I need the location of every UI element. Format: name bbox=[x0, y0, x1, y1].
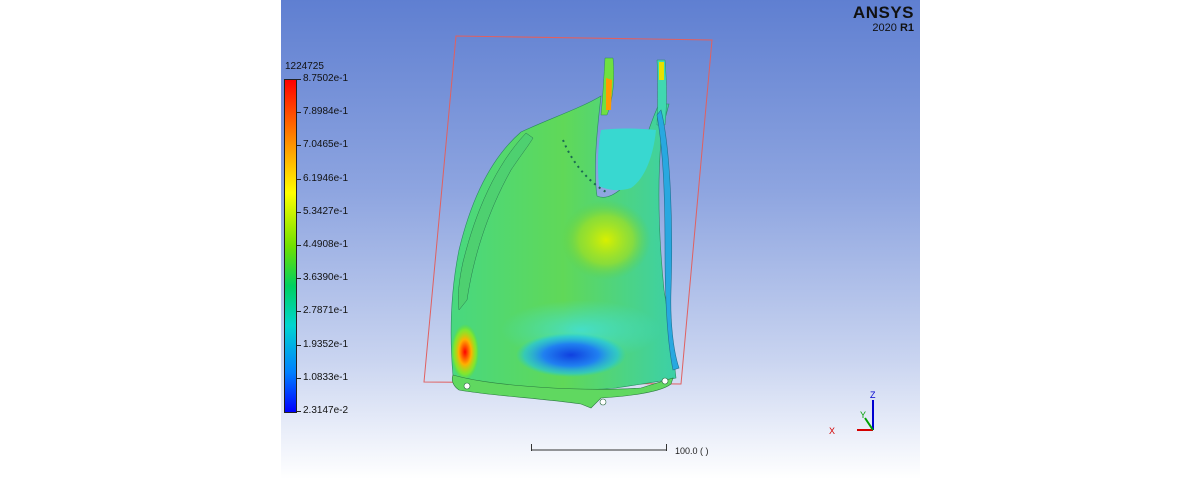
x-axis-label: X bbox=[829, 426, 835, 436]
bolt-hole-1 bbox=[463, 382, 471, 390]
graphics-viewport[interactable]: ANSYS 2020 R1 1224725 8.7502e-1 7.8984e-1… bbox=[281, 0, 920, 479]
scale-bar bbox=[531, 444, 667, 451]
contour-model[interactable] bbox=[281, 0, 920, 479]
y-axis-line bbox=[864, 417, 874, 431]
left-tab-hotspot bbox=[606, 78, 612, 110]
y-axis-label: Y bbox=[860, 410, 866, 420]
right-tab-hotspot bbox=[659, 62, 664, 80]
yellow-zone bbox=[561, 200, 651, 280]
bolt-hole-2 bbox=[599, 398, 607, 406]
scale-label: 100.0 ( ) bbox=[675, 446, 709, 456]
bolt-hole-3 bbox=[661, 377, 669, 385]
z-axis-label: Z bbox=[870, 390, 876, 400]
axis-triad[interactable]: X Y Z bbox=[827, 388, 887, 438]
red-hotspot bbox=[451, 324, 479, 380]
blue-zone bbox=[516, 333, 626, 377]
